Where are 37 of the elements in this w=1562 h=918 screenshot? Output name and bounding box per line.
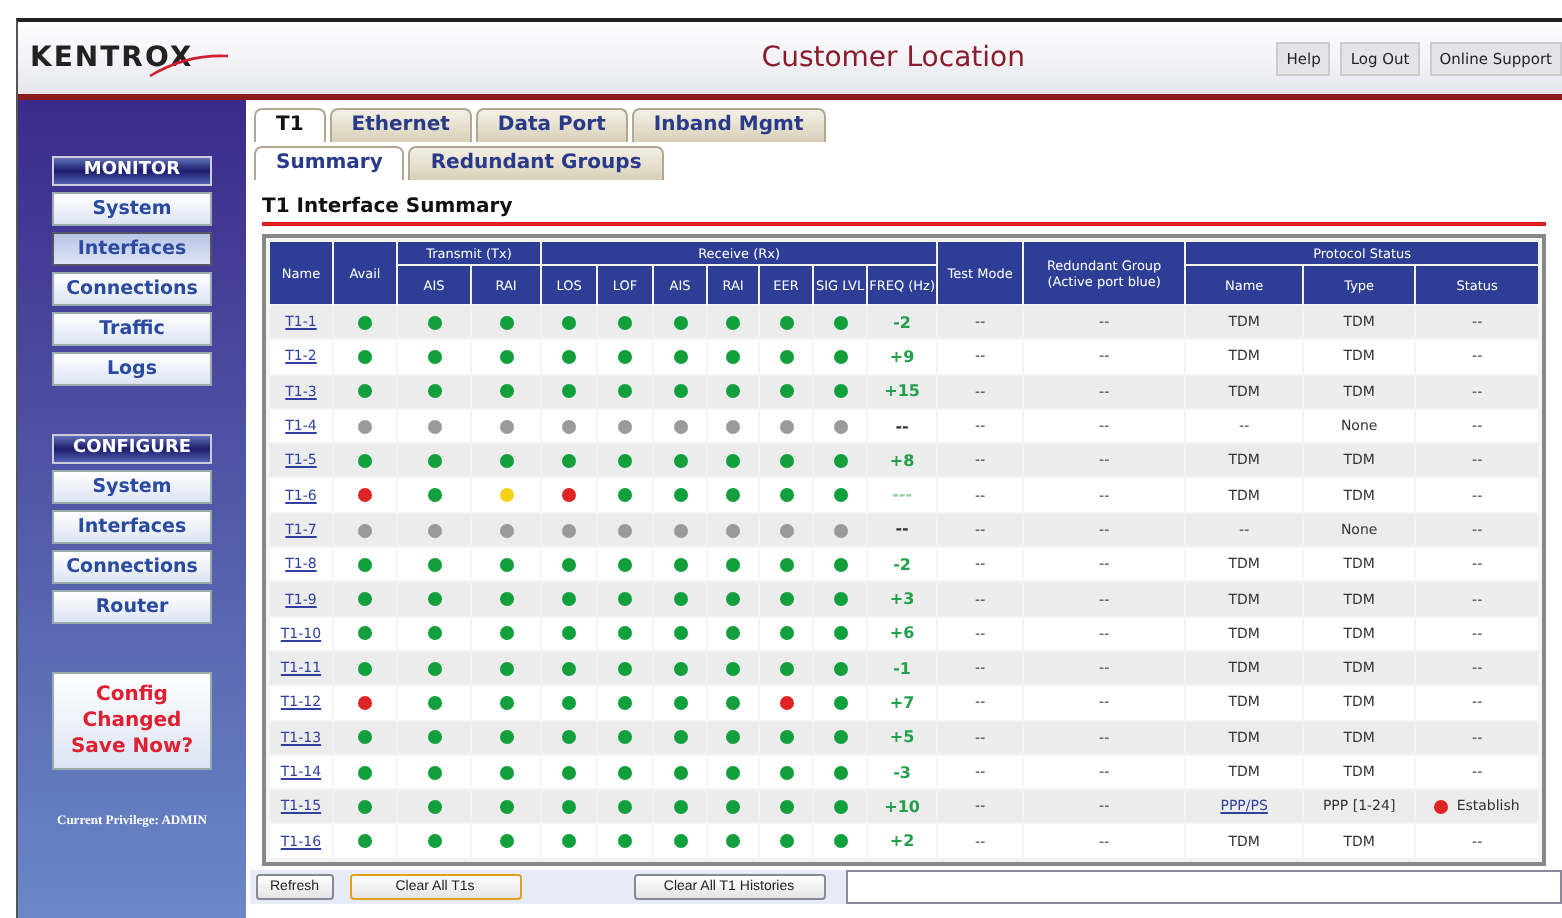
nav-button[interactable]: Interfaces (52, 510, 212, 544)
tab[interactable]: Data Port (475, 108, 628, 142)
nav-button[interactable]: Logs (52, 352, 212, 386)
table-cell: +7 (868, 686, 937, 720)
nav-button[interactable]: Connections (52, 272, 212, 306)
nav-button[interactable]: System (52, 192, 212, 226)
tab[interactable]: Ethernet (329, 108, 472, 142)
nav-button[interactable]: System (52, 470, 212, 504)
table-cell: -3 (868, 755, 937, 789)
section-title: T1 Interface Summary (262, 196, 1546, 226)
table-cell: +8 (868, 444, 937, 477)
tab[interactable]: Summary (254, 146, 405, 180)
logo: KENTROX (30, 42, 350, 74)
table-cell: +9 (868, 340, 937, 374)
table-cell: +2 (868, 824, 937, 858)
nav-button[interactable]: Interfaces (52, 232, 212, 266)
nav-button[interactable]: Connections (52, 550, 212, 584)
table-cell: +10 (868, 790, 937, 823)
page-title: Customer Location (759, 42, 1027, 74)
table-cell: -2 (868, 548, 937, 581)
table-cell: --- (868, 478, 937, 512)
tab[interactable]: T1 (254, 108, 326, 142)
table-cell: +6 (868, 617, 937, 650)
nav-button[interactable]: Traffic (52, 312, 212, 346)
save-alert-button[interactable]: Config Changed Save Now? (52, 672, 212, 770)
table-cell: -1 (868, 651, 937, 685)
table-cell: +3 (868, 582, 937, 616)
table-cell: -- (868, 409, 937, 443)
tab[interactable]: Redundant Groups (408, 146, 664, 180)
table-cell: +15 (868, 375, 937, 408)
table-cell: -- (868, 513, 937, 547)
section-heading: CONFIGURE (52, 434, 212, 464)
tab[interactable]: Inband Mgmt (631, 108, 826, 142)
section-heading: MONITOR (52, 156, 212, 186)
table-cell: -2 (868, 306, 937, 339)
table-cell: +5 (868, 721, 937, 754)
nav-button[interactable]: Router (52, 590, 212, 624)
